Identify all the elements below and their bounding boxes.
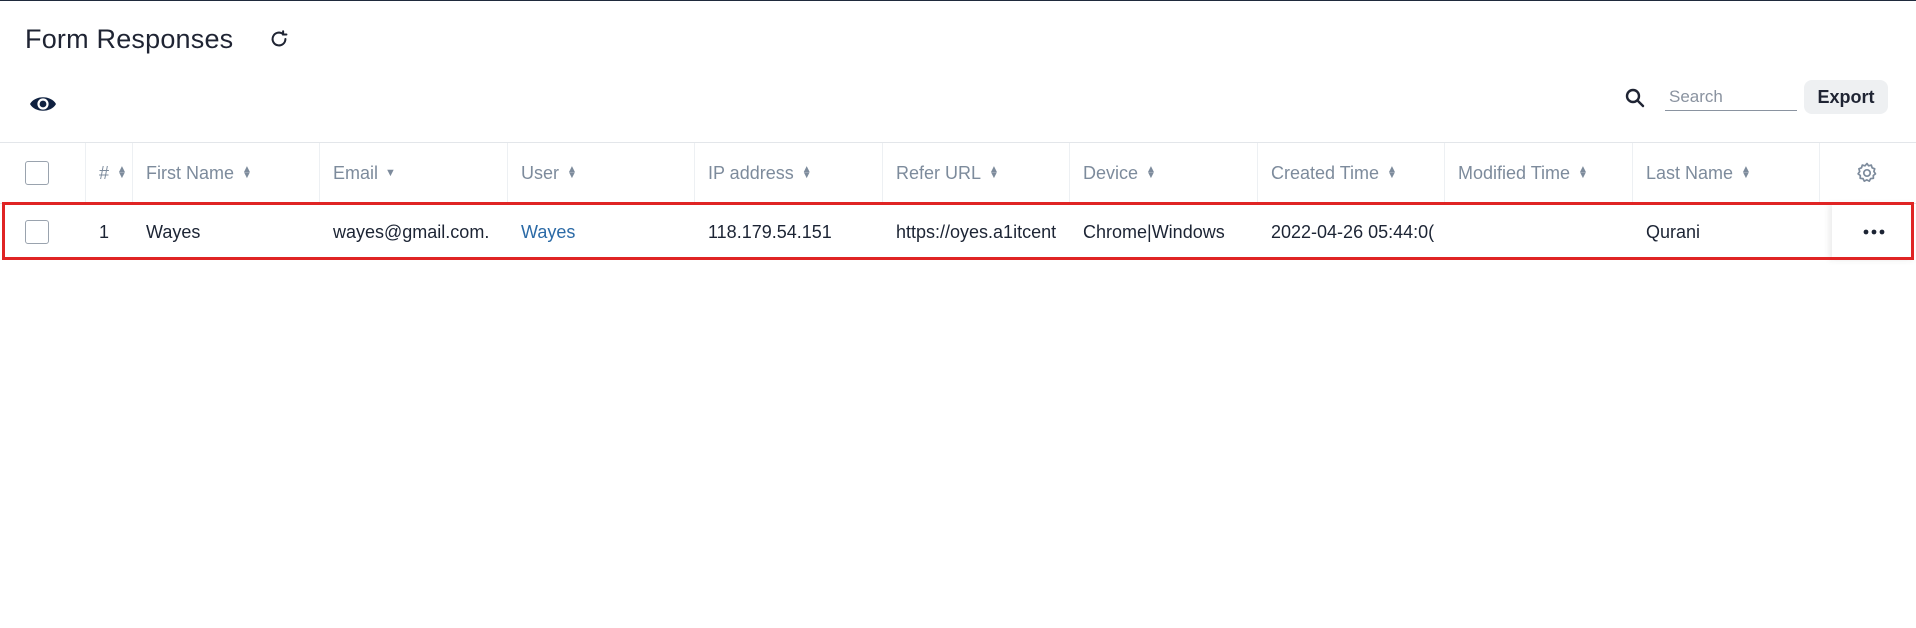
column-header-label: Email <box>333 162 379 183</box>
sort-icon[interactable]: ▲ ▼ <box>117 165 127 181</box>
column-header-label: IP address <box>708 162 794 183</box>
cell-user-link[interactable]: Wayes <box>508 204 695 260</box>
column-header-device[interactable]: Device ▲ ▼ <box>1070 143 1258 203</box>
column-header-ip-address[interactable]: IP address ▲ ▼ <box>695 143 883 203</box>
row-checkbox[interactable] <box>25 220 49 244</box>
sort-icon[interactable]: ▲ ▼ <box>1578 165 1588 181</box>
export-button[interactable]: Export <box>1804 80 1888 114</box>
select-all-checkbox[interactable] <box>25 161 49 185</box>
column-header-created-time[interactable]: Created Time ▲ ▼ <box>1258 143 1445 203</box>
gear-icon[interactable] <box>1854 160 1880 186</box>
cell-modified-time <box>1445 204 1633 260</box>
column-header-label: Created Time <box>1271 162 1380 183</box>
select-all-cell <box>0 143 86 203</box>
cell-email: wayes@gmail.com. <box>333 221 490 242</box>
top-border-line <box>0 0 1916 1</box>
column-header-label: Last Name <box>1646 162 1734 183</box>
sort-icon[interactable]: ▲ ▼ <box>1741 165 1751 181</box>
sort-icon[interactable]: ▲ ▼ <box>802 165 812 181</box>
cell-refer-url: https://oyes.a1itcent <box>896 221 1057 242</box>
more-horizontal-icon <box>1863 229 1885 235</box>
column-header-email[interactable]: Email ▼ <box>320 143 508 203</box>
column-header-user[interactable]: User ▲ ▼ <box>508 143 695 203</box>
search-icon[interactable] <box>1623 86 1647 110</box>
table-row[interactable]: 1 Wayes wayes@gmail.com. Wayes 118.179.5… <box>0 204 1916 264</box>
column-header-first-name[interactable]: First Name ▲ ▼ <box>133 143 320 203</box>
column-header-label: Refer URL <box>896 162 982 183</box>
cell-number: 1 <box>99 221 110 242</box>
cell-first-name: Wayes <box>146 221 201 242</box>
eye-icon[interactable] <box>28 92 58 116</box>
cell-last-name: Qurani <box>1646 221 1701 242</box>
sort-icon[interactable]: ▲ ▼ <box>567 165 577 181</box>
column-header-label: Modified Time <box>1458 162 1571 183</box>
search-input[interactable] <box>1665 84 1797 111</box>
column-header-label: # <box>99 162 110 183</box>
row-select-cell <box>0 204 86 260</box>
column-header-label: Device <box>1083 162 1139 183</box>
sort-icon[interactable]: ▲ ▼ <box>242 165 252 181</box>
column-header-number[interactable]: # ▲ ▼ <box>86 143 133 203</box>
cell-created-time: 2022-04-26 05:44:0( <box>1271 221 1435 242</box>
sort-icon[interactable]: ▲ ▼ <box>1146 165 1156 181</box>
column-header-label: First Name <box>146 162 235 183</box>
column-header-last-name[interactable]: Last Name ▲ ▼ <box>1633 143 1820 203</box>
sort-icon[interactable]: ▲ ▼ <box>1387 165 1397 181</box>
table-header-row: # ▲ ▼ First Name ▲ ▼ Email ▼ User ▲ ▼ IP ad… <box>0 142 1916 204</box>
cell-ip-address: 118.179.54.151 <box>708 221 832 242</box>
row-actions-button[interactable] <box>1832 204 1916 260</box>
cell-device: Chrome|Windows <box>1083 221 1225 242</box>
column-header-label: User <box>521 162 560 183</box>
sort-desc-icon[interactable]: ▼ <box>385 167 396 179</box>
sort-icon[interactable]: ▲ ▼ <box>989 165 999 181</box>
responses-table: # ▲ ▼ First Name ▲ ▼ Email ▼ User ▲ ▼ IP ad… <box>0 142 1916 264</box>
page-title: Form Responses <box>25 24 234 54</box>
refresh-icon[interactable] <box>266 26 292 52</box>
column-header-modified-time[interactable]: Modified Time ▲ ▼ <box>1445 143 1633 203</box>
column-header-refer-url[interactable]: Refer URL ▲ ▼ <box>883 143 1070 203</box>
